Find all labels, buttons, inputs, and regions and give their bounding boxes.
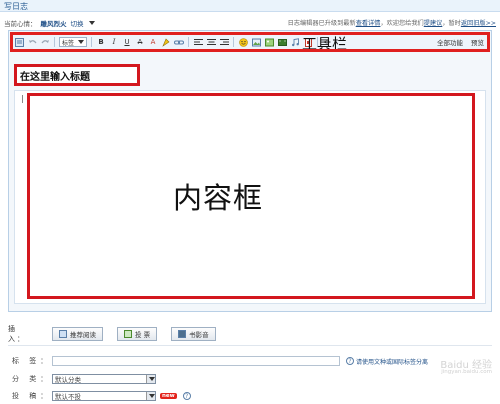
view-details-link[interactable]: 查看详情 (356, 20, 381, 27)
title-input[interactable]: 在这里输入标题 (20, 68, 90, 83)
new-badge: new (160, 393, 177, 399)
chart-icon (124, 330, 132, 338)
insert-vote-button[interactable]: 投 票 (117, 327, 158, 341)
submit-select[interactable]: 默认不投 (52, 391, 156, 401)
category-select[interactable]: 默认分类 (52, 374, 156, 384)
film-icon (178, 330, 187, 338)
insert-media-button[interactable]: 书影音 (171, 327, 216, 341)
submit-label: 投 稿： (12, 392, 52, 400)
mood-value: 雕风烈火 (40, 20, 67, 28)
chevron-down-icon (146, 392, 155, 400)
page-title: 写日志 (4, 2, 28, 11)
tags-input[interactable] (52, 356, 340, 366)
submit-row: 投 稿： 默认不投 new ? (12, 391, 191, 401)
watermark-url: jingyan.baidu.com (441, 369, 492, 375)
tags-label: 标 签： (12, 357, 52, 365)
mood-label: 当前心情： (4, 20, 37, 28)
chevron-down-icon (146, 375, 155, 383)
chevron-down-icon[interactable] (88, 21, 95, 25)
return-old-version-link[interactable]: 返回旧版>> (461, 20, 496, 27)
content-annotation-label: 内容框 (173, 181, 264, 215)
insert-row: 插 入： 推荐阅读 投 票 书影音 (8, 324, 216, 344)
category-row: 分 类： 默认分类 (12, 374, 156, 384)
help-icon[interactable]: ? (182, 392, 191, 400)
tags-hint: ? 请使用文种或国际标签分离 (346, 357, 428, 366)
editor-upgrade-notice: 日志编辑器已升级到最新查看详情，欢迎您给我们提建议，暂时返回旧版>> (287, 20, 496, 27)
toolbar-highlight-box (10, 32, 490, 52)
insert-label: 插 入： (8, 325, 26, 343)
insert-recommended-reading-button[interactable]: 推荐阅读 (52, 327, 103, 341)
book-icon (59, 330, 67, 338)
mood-switch-button[interactable]: 切换 (71, 18, 84, 28)
divider (8, 345, 492, 346)
suggest-link[interactable]: 提建议 (424, 20, 443, 27)
text-caret (22, 95, 23, 103)
mood-row: 当前心情： 雕风烈火 切换 (4, 17, 95, 29)
tags-row: 标 签： ? 请使用文种或国际标签分离 (12, 356, 428, 366)
page-title-bar (0, 0, 500, 12)
help-icon[interactable]: ? (346, 357, 354, 365)
category-label: 分 类： (12, 375, 52, 383)
